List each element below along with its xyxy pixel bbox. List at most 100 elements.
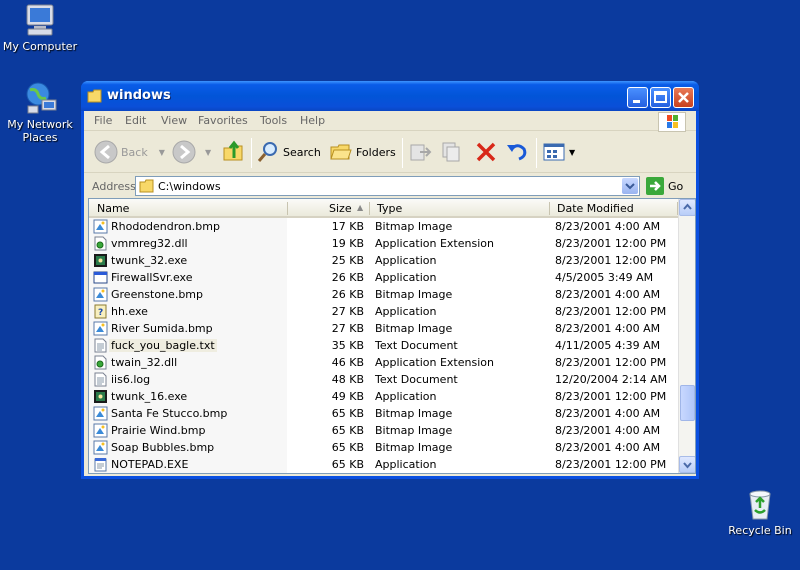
- file-size: 17 KB: [331, 220, 364, 233]
- desktop-icon-label: My Computer: [2, 40, 78, 53]
- file-row[interactable]: Santa Fe Stucco.bmp 65 KB Bitmap Image 8/23…: [89, 405, 679, 422]
- chevron-up-icon: [683, 203, 692, 210]
- forward-button[interactable]: ▼: [172, 138, 211, 166]
- chevron-down-icon: [625, 183, 635, 190]
- forward-dropdown-icon[interactable]: ▼: [205, 148, 211, 157]
- file-name: Santa Fe Stucco.bmp: [111, 407, 228, 420]
- file-name: twain_32.dll: [111, 356, 178, 369]
- back-arrow-icon: [94, 140, 118, 164]
- file-date: 8/23/2001 12:00 PM: [555, 237, 667, 250]
- address-dropdown-button[interactable]: [622, 178, 638, 194]
- vertical-scrollbar[interactable]: [678, 199, 695, 473]
- file-row[interactable]: twunk_16.exe 49 KB Application 8/23/2001 12…: [89, 388, 679, 405]
- undo-icon: [507, 144, 527, 161]
- file-row[interactable]: Greenstone.bmp 26 KB Bitmap Image 8/23/2001…: [89, 286, 679, 303]
- search-icon: [257, 142, 277, 162]
- scroll-up-button[interactable]: [679, 199, 695, 216]
- views-button[interactable]: ▼: [542, 138, 575, 166]
- title-bar[interactable]: windows: [81, 81, 699, 111]
- file-size: 25 KB: [331, 254, 364, 267]
- menu-file[interactable]: File: [94, 114, 112, 127]
- file-row[interactable]: River Sumida.bmp 27 KB Bitmap Image 8/23/20…: [89, 320, 679, 337]
- file-type: Bitmap Image: [375, 288, 453, 301]
- column-header-date[interactable]: Date Modified: [557, 202, 634, 215]
- move-to-icon: [410, 144, 432, 161]
- file-name: vmmreg32.dll: [111, 237, 188, 250]
- file-row[interactable]: fuck_you_bagle.txt 35 KB Text Document 4/11…: [89, 337, 679, 354]
- file-size: 46 KB: [331, 356, 364, 369]
- up-folder-button[interactable]: [222, 138, 246, 166]
- file-row[interactable]: NOTEPAD.EXE 65 KB Application 8/23/2001 12:…: [89, 456, 679, 473]
- file-row[interactable]: twunk_32.exe 25 KB Application 8/23/2001 12…: [89, 252, 679, 269]
- file-size: 26 KB: [331, 288, 364, 301]
- file-row[interactable]: Soap Bubbles.bmp 65 KB Bitmap Image 8/23/20…: [89, 439, 679, 456]
- file-date: 8/23/2001 4:00 AM: [555, 441, 661, 454]
- toolbar-separator: [402, 138, 403, 168]
- file-size: 48 KB: [331, 373, 364, 386]
- menu-favorites[interactable]: Favorites: [198, 114, 248, 127]
- windows-logo-icon: [658, 112, 686, 132]
- folders-button[interactable]: Folders: [329, 138, 396, 166]
- up-folder-icon: [223, 140, 243, 161]
- file-type: Text Document: [375, 373, 458, 386]
- file-name: Greenstone.bmp: [111, 288, 204, 301]
- folder-icon: [87, 89, 103, 106]
- file-row[interactable]: Prairie Wind.bmp 65 KB Bitmap Image 8/23/20…: [89, 422, 679, 439]
- file-type: Application Extension: [375, 237, 494, 250]
- file-row[interactable]: twain_32.dll 46 KB Application Extension 8/…: [89, 354, 679, 371]
- delete-button[interactable]: [474, 138, 498, 166]
- file-row[interactable]: FirewallSvr.exe 26 KB Application 4/5/2005 …: [89, 269, 679, 286]
- address-bar: Address C:\windows Go: [84, 174, 696, 198]
- file-name: iis6.log: [111, 373, 151, 386]
- file-date: 8/23/2001 12:00 PM: [555, 458, 667, 471]
- file-row[interactable]: ? hh.exe 27 KB Application 8/23/2001 12:00 P…: [89, 303, 679, 320]
- file-name: Prairie Wind.bmp: [111, 424, 206, 437]
- views-dropdown-icon[interactable]: ▼: [569, 148, 575, 157]
- file-row[interactable]: Rhododendron.bmp 17 KB Bitmap Image 8/23/20…: [89, 218, 679, 235]
- column-header-size[interactable]: Size: [329, 202, 352, 215]
- file-date: 8/23/2001 4:00 AM: [555, 288, 661, 301]
- file-row[interactable]: vmmreg32.dll 19 KB Application Extension 8/…: [89, 235, 679, 252]
- close-button[interactable]: [673, 87, 694, 108]
- undo-button[interactable]: [505, 138, 529, 166]
- scroll-thumb[interactable]: [680, 385, 695, 421]
- file-name: twunk_16.exe: [111, 390, 188, 403]
- address-input[interactable]: C:\windows: [135, 176, 640, 196]
- file-type: Bitmap Image: [375, 220, 453, 233]
- menu-view[interactable]: View: [161, 114, 187, 127]
- go-label: Go: [668, 179, 684, 193]
- file-type: Application: [375, 390, 437, 403]
- desktop-icon-my-computer[interactable]: My Computer: [0, 2, 80, 53]
- desktop-icon-recycle-bin[interactable]: Recycle Bin: [720, 486, 800, 537]
- back-dropdown-icon[interactable]: ▼: [159, 148, 165, 157]
- file-row[interactable]: iis6.log 48 KB Text Document 12/20/2004 2:1…: [89, 371, 679, 388]
- file-date: 4/11/2005 4:39 AM: [555, 339, 661, 352]
- column-header-type[interactable]: Type: [377, 202, 402, 215]
- menu-edit[interactable]: Edit: [125, 114, 146, 127]
- sort-arrow-icon: ▲: [357, 203, 364, 212]
- menu-help[interactable]: Help: [300, 114, 325, 127]
- folders-label: Folders: [356, 145, 396, 159]
- back-button[interactable]: Back ▼: [94, 138, 165, 166]
- svg-text:?: ?: [98, 308, 103, 318]
- menu-tools[interactable]: Tools: [260, 114, 287, 127]
- copy-to-button[interactable]: [440, 138, 464, 166]
- file-type: Application: [375, 254, 437, 267]
- address-label: Address: [92, 180, 136, 193]
- file-date: 12/20/2004 2:14 AM: [555, 373, 668, 386]
- column-header-name[interactable]: Name: [97, 202, 129, 215]
- file-name: Rhododendron.bmp: [111, 220, 220, 233]
- desktop-icon-label: My Network Places: [7, 118, 73, 144]
- window-title: windows: [107, 88, 171, 103]
- move-to-button[interactable]: [408, 138, 432, 166]
- go-button[interactable]: Go: [646, 177, 683, 195]
- search-button[interactable]: Search: [256, 138, 321, 166]
- file-date: 8/23/2001 12:00 PM: [555, 254, 667, 267]
- maximize-button[interactable]: [650, 87, 671, 108]
- file-rows: Rhododendron.bmp 17 KB Bitmap Image 8/23/20…: [89, 218, 679, 473]
- scroll-down-button[interactable]: [679, 456, 695, 473]
- file-name: River Sumida.bmp: [111, 322, 213, 335]
- file-name: Soap Bubbles.bmp: [111, 441, 215, 454]
- desktop-icon-my-network-places[interactable]: My Network Places: [0, 80, 80, 144]
- minimize-button[interactable]: [627, 87, 648, 108]
